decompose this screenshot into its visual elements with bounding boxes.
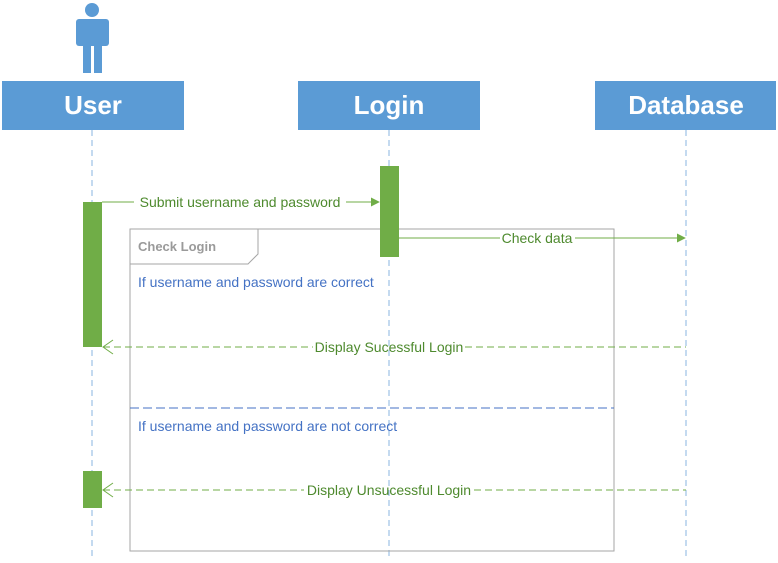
participant-user-label: User (64, 90, 122, 120)
participant-user: User (2, 81, 184, 130)
fragment-check-login: Check Login If username and password are… (129, 228, 615, 552)
participant-login: Login (298, 81, 480, 130)
activation-login (380, 166, 399, 257)
message-success: Display Sucessful Login (102, 339, 686, 355)
message-check-data: Check data (399, 230, 686, 246)
guard-correct: If username and password are correct (138, 274, 374, 290)
participant-database-label: Database (628, 90, 744, 120)
message-submit-label: Submit username and password (140, 194, 341, 210)
activation-user-1 (83, 202, 102, 347)
message-failure-label: Display Unsucessful Login (307, 482, 471, 498)
message-check-data-label: Check data (502, 230, 573, 246)
message-failure: Display Unsucessful Login (102, 482, 686, 498)
participant-login-label: Login (354, 90, 425, 120)
guard-incorrect: If username and password are not correct (138, 418, 397, 434)
participant-database: Database (595, 81, 776, 130)
sequence-diagram: User Login Database Check Login If usern… (2, 3, 776, 558)
fragment-label: Check Login (138, 239, 216, 254)
message-success-label: Display Sucessful Login (315, 339, 464, 355)
message-submit: Submit username and password (102, 194, 380, 210)
person-icon (76, 3, 109, 73)
activation-user-2 (83, 471, 102, 508)
